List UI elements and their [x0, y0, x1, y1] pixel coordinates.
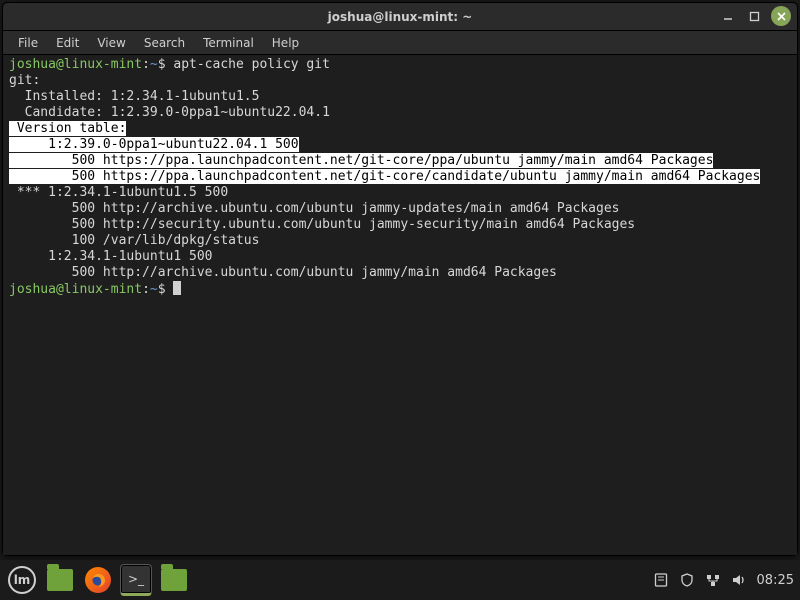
out-v2: *** 1:2.34.1-1ubuntu1.5 500 — [9, 185, 228, 200]
taskbar-left: lm >_ — [6, 564, 190, 596]
menu-search[interactable]: Search — [135, 33, 194, 53]
menu-help[interactable]: Help — [263, 33, 308, 53]
terminal-cursor — [173, 281, 181, 295]
menu-edit[interactable]: Edit — [47, 33, 88, 53]
out-v2a: 500 http://archive.ubuntu.com/ubuntu jam… — [9, 201, 619, 216]
out-v1: 1:2.39.0-0ppa1~ubuntu22.04.1 500 — [9, 137, 299, 152]
prompt2-dollar: $ — [158, 282, 166, 297]
shield-icon[interactable] — [679, 572, 695, 588]
updates-icon[interactable] — [653, 572, 669, 588]
folder-icon — [47, 569, 73, 591]
window-title: joshua@linux-mint: ~ — [328, 10, 473, 24]
minimize-button[interactable] — [719, 7, 737, 25]
prompt-sep: : — [142, 57, 150, 72]
terminal-window: joshua@linux-mint: ~ File Edit View Sear… — [2, 2, 798, 556]
taskbar-right: 08:25 — [653, 572, 794, 588]
firefox-launcher[interactable] — [82, 564, 114, 596]
prompt2-sep: : — [142, 282, 150, 297]
titlebar[interactable]: joshua@linux-mint: ~ — [3, 3, 797, 31]
firefox-icon — [85, 567, 111, 593]
out-pkg: git: — [9, 73, 40, 88]
close-button[interactable] — [771, 6, 791, 26]
maximize-button[interactable] — [745, 7, 763, 25]
clock[interactable]: 08:25 — [757, 573, 794, 588]
prompt2-path: ~ — [150, 282, 158, 297]
out-v3: 1:2.34.1-1ubuntu1 500 — [9, 249, 213, 264]
show-desktop-button[interactable] — [44, 564, 76, 596]
network-icon[interactable] — [705, 572, 721, 588]
prompt-dollar: $ — [158, 57, 166, 72]
window-controls — [719, 6, 791, 26]
start-menu-button[interactable]: lm — [6, 564, 38, 596]
files-icon — [161, 569, 187, 591]
prompt2-user: joshua@linux-mint — [9, 282, 142, 297]
prompt-user: joshua@linux-mint — [9, 57, 142, 72]
out-v2b: 500 http://security.ubuntu.com/ubuntu ja… — [9, 217, 635, 232]
volume-icon[interactable] — [731, 572, 747, 588]
terminal-text-area[interactable]: joshua@linux-mint:~$ apt-cache policy gi… — [3, 55, 797, 555]
out-version-table: Version table: — [9, 121, 126, 136]
prompt-path: ~ — [150, 57, 158, 72]
menu-view[interactable]: View — [88, 33, 134, 53]
out-v2c: 100 /var/lib/dpkg/status — [9, 233, 259, 248]
mint-logo-icon: lm — [8, 566, 36, 594]
menu-file[interactable]: File — [9, 33, 47, 53]
out-v3a: 500 http://archive.ubuntu.com/ubuntu jam… — [9, 265, 557, 280]
terminal-taskbar-button[interactable]: >_ — [120, 564, 152, 596]
out-v1a: 500 https://ppa.launchpadcontent.net/git… — [9, 153, 713, 168]
out-v1b: 500 https://ppa.launchpadcontent.net/git… — [9, 169, 760, 184]
out-candidate: Candidate: 1:2.39.0-0ppa1~ubuntu22.04.1 — [9, 105, 330, 120]
taskbar: lm >_ 08:25 — [0, 560, 800, 600]
menu-terminal[interactable]: Terminal — [194, 33, 263, 53]
command-1-text: apt-cache policy git — [173, 57, 330, 72]
terminal-icon: >_ — [120, 564, 152, 596]
menubar: File Edit View Search Terminal Help — [3, 31, 797, 55]
files-launcher[interactable] — [158, 564, 190, 596]
out-installed: Installed: 1:2.34.1-1ubuntu1.5 — [9, 89, 259, 104]
